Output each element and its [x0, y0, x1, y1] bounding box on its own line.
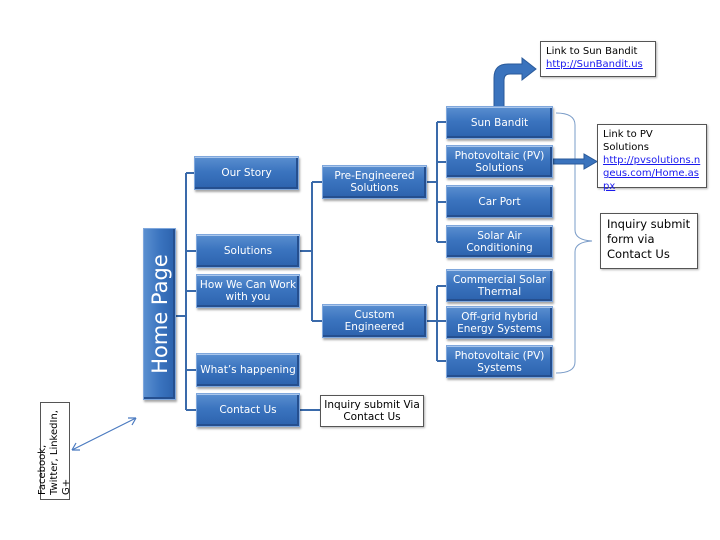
note-contact-inquiry: Inquiry submit Via Contact Us	[320, 395, 424, 427]
node-how-we-can-work[interactable]: How We Can Work with you	[196, 274, 300, 308]
bracket-pre-engineered	[555, 112, 593, 374]
node-car-port[interactable]: Car Port	[446, 185, 553, 218]
node-custom-engineered[interactable]: Custom Engineered	[322, 304, 427, 338]
bent-arrow-sun-bandit	[493, 56, 537, 108]
note-inquiry-form: Inquiry submit form via Contact Us	[600, 213, 698, 269]
node-label: Custom Engineered	[344, 309, 405, 333]
node-pv-systems[interactable]: Photovoltaic (PV) Systems	[446, 345, 553, 378]
connector-lines	[71, 56, 599, 451]
node-label: Contact Us	[219, 404, 277, 416]
node-contact-us[interactable]: Contact Us	[196, 393, 300, 427]
note-title: Link to Sun Bandit	[546, 46, 638, 57]
pv-solutions-url-link[interactable]: http://pvsolutions.ngeus.com/Home.aspx	[603, 155, 700, 192]
node-label: Photovoltaic (PV) Systems	[454, 349, 545, 374]
note-sun-bandit-link: Link to Sun Bandit http://SunBandit.us	[540, 41, 656, 77]
node-label: What’s happening	[200, 364, 296, 376]
node-label: Car Port	[478, 195, 521, 208]
node-pv-solutions[interactable]: Photovoltaic (PV) Solutions	[446, 145, 553, 178]
node-pre-engineered[interactable]: Pre-Engineered Solutions	[322, 165, 427, 199]
node-off-grid-hybrid[interactable]: Off-grid hybrid Energy Systems	[446, 306, 553, 339]
node-label: Photovoltaic (PV) Solutions	[454, 149, 545, 174]
node-label: How We Can Work with you	[199, 279, 297, 303]
node-whats-happening[interactable]: What’s happening	[196, 353, 300, 387]
note-title: Link to PV Solutions	[603, 129, 653, 153]
sun-bandit-url-link[interactable]: http://SunBandit.us	[546, 59, 643, 70]
node-label: Off-grid hybrid Energy Systems	[457, 310, 542, 335]
note-text: Inquiry submit form via Contact Us	[607, 217, 691, 261]
home-page-label: Home Page	[147, 254, 172, 374]
node-label: Sun Bandit	[470, 116, 529, 129]
node-solutions[interactable]: Solutions	[196, 234, 300, 268]
node-commercial-solar-thermal[interactable]: Commercial Solar Thermal	[446, 269, 553, 302]
home-page-node[interactable]: Home Page	[143, 228, 176, 400]
node-label: Commercial Solar Thermal	[453, 273, 546, 298]
node-solar-air-conditioning[interactable]: Solar Air Conditioning	[446, 225, 553, 258]
double-arrow-social	[71, 417, 137, 451]
node-our-story[interactable]: Our Story	[194, 156, 299, 190]
node-label: Solutions	[223, 245, 273, 257]
node-label: Pre-Engineered Solutions	[334, 170, 415, 194]
social-text: Facebook, Twitter, LinkedIn, G+	[37, 410, 72, 495]
node-label: Solar Air Conditioning	[466, 229, 533, 254]
note-pv-link: Link to PV Solutions http://pvsolutions.…	[597, 124, 707, 192]
node-label: Our Story	[221, 167, 272, 179]
note-social-media: Facebook, Twitter, LinkedIn, G+	[37, 402, 72, 500]
note-text: Inquiry submit Via Contact Us	[324, 399, 420, 423]
node-sun-bandit[interactable]: Sun Bandit	[446, 106, 553, 139]
